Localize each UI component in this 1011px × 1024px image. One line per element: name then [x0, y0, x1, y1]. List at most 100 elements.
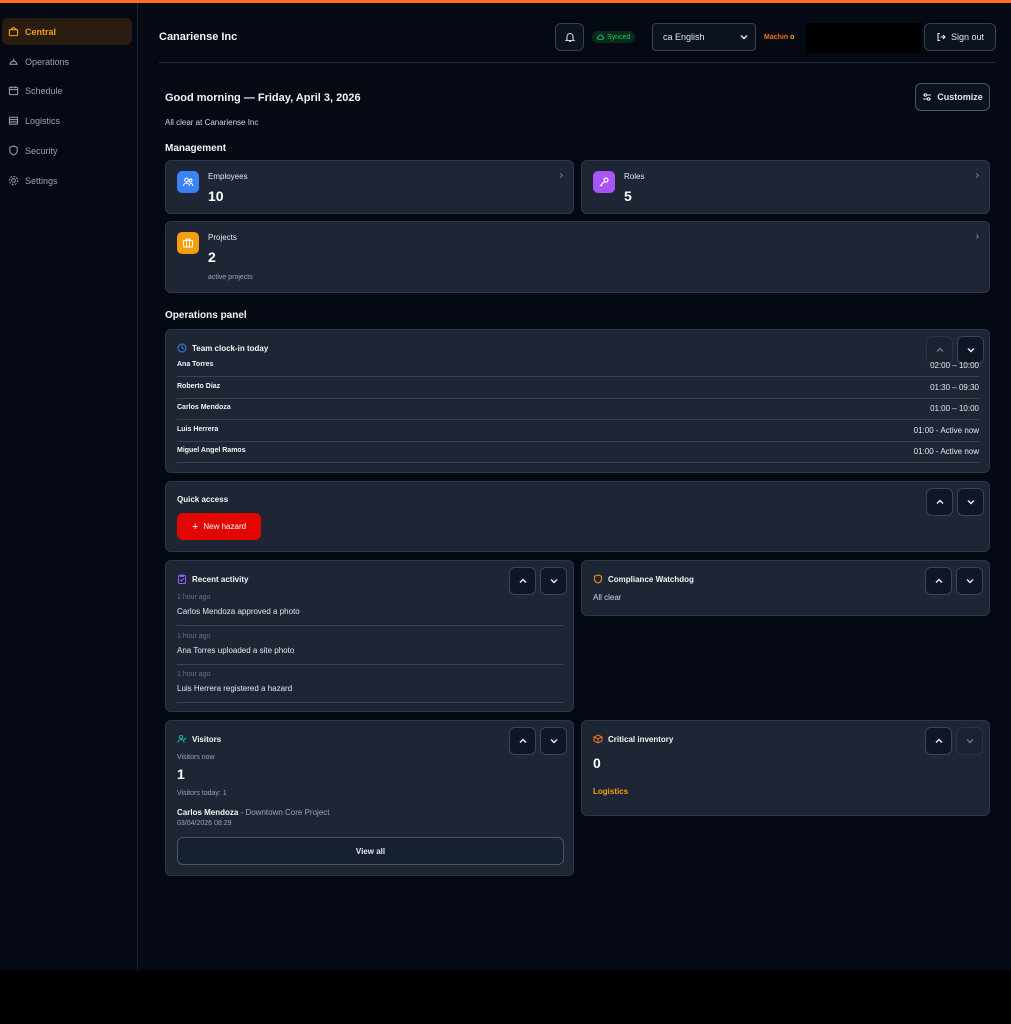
clockin-title-text: Team clock-in today	[192, 343, 269, 353]
language-value: ca English	[663, 32, 705, 42]
clockin-panel: Team clock-in today Ana Torres 02:00 – 1…	[165, 329, 990, 473]
chevron-down-icon	[740, 34, 748, 40]
inventory-count: 0	[593, 755, 601, 771]
machine-indicator: Machin o	[764, 34, 794, 41]
clockin-row: Carlos Mendoza 01:00 – 10:00	[177, 398, 979, 420]
shield-icon	[9, 145, 18, 156]
recent-activity-title: Recent activity	[177, 574, 248, 584]
move-down-button[interactable]	[956, 567, 983, 595]
recent-activity-title-text: Recent activity	[192, 574, 249, 584]
chevron-up-icon	[934, 578, 943, 584]
chevron-up-icon	[934, 738, 943, 744]
machine-suffix: o	[790, 34, 795, 41]
visitors-panel: Visitors Visitors now 1 Visitors today: …	[165, 720, 574, 876]
visitor-name: Carlos Mendoza	[177, 808, 239, 817]
activity-time: 1 hour ago	[177, 594, 211, 601]
clockin-row: Ana Torres 02:00 – 10:00	[177, 355, 979, 377]
users-icon	[177, 171, 199, 193]
move-down-button[interactable]	[957, 488, 984, 516]
sidebar-item-label: Operations	[25, 56, 70, 67]
greeting-subtitle: All clear at Canariense Inc	[165, 118, 259, 127]
chevron-down-icon	[549, 738, 558, 744]
move-up-button[interactable]	[925, 727, 952, 755]
sidebar-item-operations[interactable]: Operations	[2, 48, 132, 75]
projects-label: Projects	[208, 233, 237, 242]
chevron-up-icon	[518, 738, 527, 744]
logistics-link[interactable]: Logistics	[593, 787, 628, 796]
chevron-up-icon	[935, 347, 944, 353]
clockin-row: Miguel Angel Ramos 01:00 - Active now	[177, 441, 979, 463]
chevron-down-icon	[549, 578, 558, 584]
language-select[interactable]: ca English	[652, 23, 756, 51]
key-icon	[593, 171, 615, 193]
compliance-status: All clear	[593, 593, 622, 602]
box-icon	[593, 734, 603, 744]
app-shell: Central Operations Schedule Logistics Se…	[0, 3, 1011, 970]
sign-out-button[interactable]: Sign out	[924, 23, 996, 51]
view-all-button[interactable]: View all	[177, 837, 564, 865]
clockin-title: Team clock-in today	[177, 343, 268, 353]
header-divider	[159, 62, 996, 63]
clockin-row: Luis Herrera 01:00 - Active now	[177, 420, 979, 442]
clockin-time: 02:00 – 10:00	[930, 361, 979, 370]
visitors-now-label: Visitors now	[177, 754, 215, 761]
sidebar-item-label: Schedule	[25, 85, 63, 96]
machine-prefix: Machin	[764, 34, 789, 41]
activity-item: 1 hour ago Ana Torres uploaded a site ph…	[177, 627, 564, 665]
clipboard-icon	[178, 574, 186, 584]
customize-label: Customize	[937, 92, 983, 102]
sidebar-item-label: Security	[25, 145, 58, 156]
sidebar-item-schedule[interactable]: Schedule	[2, 77, 132, 104]
chevron-up-icon	[935, 499, 944, 505]
customize-button[interactable]: Customize	[915, 83, 990, 111]
employee-name: Luis Herrera	[177, 426, 219, 433]
company-title: Canariense Inc	[159, 31, 238, 43]
employees-card[interactable]: Employees 10 ›	[165, 160, 574, 214]
move-down-button[interactable]	[540, 727, 567, 755]
sidebar-item-logistics[interactable]: Logistics	[2, 107, 132, 134]
sidebar-item-label: Central	[25, 26, 57, 37]
visitor-entry: Carlos Mendoza - Downtown Core Project	[177, 808, 330, 817]
move-up-button[interactable]	[925, 567, 952, 595]
projects-card[interactable]: Projects 2 active projects ›	[165, 221, 990, 293]
inventory-title-text: Critical inventory	[608, 734, 674, 744]
activity-text: Luis Herrera registered a hazard	[177, 684, 293, 693]
activity-item: 1 hour ago Luis Herrera registered a haz…	[177, 665, 564, 703]
clockin-row: Roberto Díaz 01:30 – 09:30	[177, 377, 979, 399]
notifications-button[interactable]	[555, 23, 584, 51]
quick-access-panel: Quick access + New hazard	[165, 481, 990, 552]
chevron-right-icon: ›	[559, 170, 563, 181]
clockin-time: 01:30 – 09:30	[930, 383, 979, 392]
plus-icon: +	[191, 520, 199, 533]
projects-count: 2	[208, 249, 216, 265]
new-hazard-label: New hazard	[203, 522, 247, 531]
chevron-down-icon	[966, 499, 975, 505]
chevron-down-icon	[965, 578, 974, 584]
employee-name: Miguel Angel Ramos	[177, 447, 246, 454]
chevron-right-icon: ›	[975, 231, 979, 242]
briefcase-icon	[177, 232, 199, 254]
compliance-title-text: Compliance Watchdog	[608, 574, 694, 584]
sliders-icon	[923, 93, 932, 101]
roles-label: Roles	[624, 172, 645, 181]
sidebar: Central Operations Schedule Logistics Se…	[0, 3, 138, 970]
home-icon	[8, 26, 19, 37]
redacted-region	[806, 23, 921, 53]
truck-icon	[8, 116, 19, 125]
chevron-down-icon	[966, 347, 975, 353]
move-down-button[interactable]	[956, 727, 983, 755]
clockin-time: 01:00 – 10:00	[930, 404, 979, 413]
move-up-button[interactable]	[926, 488, 953, 516]
new-hazard-button[interactable]: + New hazard	[177, 513, 261, 540]
cloud-check-icon	[597, 34, 604, 40]
sidebar-item-security[interactable]: Security	[2, 137, 132, 164]
sidebar-item-settings[interactable]: Settings	[2, 167, 132, 194]
move-up-button[interactable]	[509, 727, 536, 755]
visitors-today: Visitors today: 1	[177, 790, 227, 797]
projects-sublabel: active projects	[208, 274, 253, 281]
activity-text: Carlos Mendoza approved a photo	[177, 607, 300, 616]
roles-card[interactable]: Roles 5 ›	[581, 160, 990, 214]
sidebar-item-central[interactable]: Central	[2, 18, 132, 45]
sign-out-label: Sign out	[950, 32, 985, 42]
activity-item: 1 hour ago Carlos Mendoza approved a pho…	[177, 588, 564, 626]
